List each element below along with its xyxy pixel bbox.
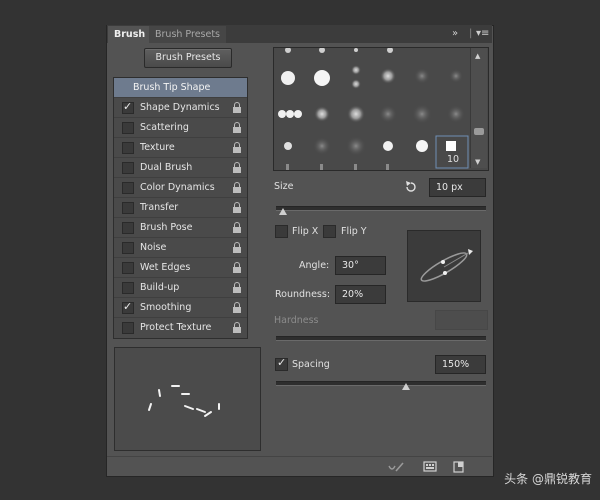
setting-label: Shape Dynamics <box>140 102 220 113</box>
create-new-brush-icon[interactable] <box>452 460 466 473</box>
setting-protect-texture[interactable]: Protect Texture <box>114 318 247 337</box>
angle-label: Angle: <box>299 260 330 271</box>
setting-label: Scattering <box>140 122 189 133</box>
size-slider[interactable] <box>276 206 486 211</box>
reset-size-icon[interactable] <box>404 180 418 194</box>
brush-grid-scrollbar[interactable]: ▲ ▼ <box>470 48 487 168</box>
setting-label: Smoothing <box>140 302 192 313</box>
setting-brush-tip-shape[interactable]: Brush Tip Shape <box>114 78 247 98</box>
tab-brush[interactable]: Brush <box>108 26 152 43</box>
brush-tip-thumbnails[interactable] <box>274 47 470 170</box>
setting-checkbox[interactable] <box>122 162 134 174</box>
lock-icon[interactable] <box>232 142 242 153</box>
setting-checkbox[interactable] <box>122 282 134 294</box>
setting-checkbox[interactable] <box>122 262 134 274</box>
panel-tab-bar: Brush Brush Presets » | ▾≡ <box>107 25 492 43</box>
setting-build-up[interactable]: Build-up <box>114 278 247 298</box>
setting-label: Brush Tip Shape <box>133 82 211 93</box>
spacing-field[interactable]: 150% <box>435 355 486 374</box>
spacing-slider-thumb[interactable] <box>402 383 410 390</box>
panel-bottom-bar <box>107 456 492 476</box>
flip-y-label: Flip Y <box>341 226 367 237</box>
tab-divider: | <box>469 28 473 39</box>
open-preset-manager-icon[interactable] <box>423 460 437 473</box>
toggle-live-tip-preview-icon[interactable] <box>387 460 405 474</box>
brush-angle-ellipse[interactable] <box>408 231 480 301</box>
setting-texture[interactable]: Texture <box>114 138 247 158</box>
hardness-label: Hardness <box>274 315 319 326</box>
setting-checkbox[interactable] <box>122 142 134 154</box>
setting-label: Color Dynamics <box>140 182 215 193</box>
setting-smoothing[interactable]: Smoothing <box>114 298 247 318</box>
setting-label: Protect Texture <box>140 322 212 333</box>
scroll-up-icon[interactable]: ▲ <box>475 52 480 60</box>
setting-checkbox[interactable] <box>122 222 134 234</box>
spacing-label: Spacing <box>292 359 330 370</box>
lock-icon[interactable] <box>232 102 242 113</box>
setting-label: Noise <box>140 242 167 253</box>
brush-tip-grid[interactable]: 10 <box>273 47 489 171</box>
setting-noise[interactable]: Noise <box>114 238 247 258</box>
lock-icon[interactable] <box>232 222 242 233</box>
hardness-field <box>435 310 488 330</box>
setting-color-dynamics[interactable]: Color Dynamics <box>114 178 247 198</box>
tab-brush-presets[interactable]: Brush Presets <box>149 26 227 43</box>
lock-icon[interactable] <box>232 262 242 273</box>
spacing-checkbox[interactable] <box>275 356 288 371</box>
roundness-label: Roundness: <box>275 289 331 300</box>
size-slider-thumb[interactable] <box>279 208 287 215</box>
setting-checkbox[interactable] <box>122 202 134 214</box>
setting-checkbox[interactable] <box>122 100 134 114</box>
lock-icon[interactable] <box>232 282 242 293</box>
brush-settings-list: Brush Tip Shape Shape Dynamics Scatterin… <box>113 77 248 339</box>
lock-icon[interactable] <box>232 162 242 173</box>
stroke-preview <box>114 347 261 451</box>
angle-field[interactable]: 30° <box>335 256 386 275</box>
angle-roundness-widget[interactable] <box>407 230 481 302</box>
setting-label: Transfer <box>140 202 179 213</box>
scrollbar-thumb[interactable] <box>474 128 484 135</box>
panel-menu-icon[interactable]: ▾≡ <box>476 26 489 43</box>
setting-scattering[interactable]: Scattering <box>114 118 247 138</box>
setting-checkbox[interactable] <box>122 182 134 194</box>
setting-checkbox[interactable] <box>122 322 134 334</box>
setting-label: Dual Brush <box>140 162 193 173</box>
hardness-slider <box>276 336 486 341</box>
size-label: Size <box>274 181 294 192</box>
double-chevron-icon[interactable]: » <box>452 26 458 43</box>
lock-icon[interactable] <box>232 202 242 213</box>
setting-label: Build-up <box>140 282 180 293</box>
lock-icon[interactable] <box>232 182 242 193</box>
setting-label: Wet Edges <box>140 262 191 273</box>
flip-x-label: Flip X <box>292 226 319 237</box>
setting-brush-pose[interactable]: Brush Pose <box>114 218 247 238</box>
brush-presets-button[interactable]: Brush Presets <box>144 48 232 68</box>
selected-tip-size: 10 <box>447 154 460 165</box>
flip-y-checkbox[interactable] <box>323 225 336 238</box>
setting-wet-edges[interactable]: Wet Edges <box>114 258 247 278</box>
setting-shape-dynamics[interactable]: Shape Dynamics <box>114 98 247 118</box>
flip-x-checkbox[interactable] <box>275 225 288 238</box>
size-field[interactable]: 10 px <box>429 178 486 197</box>
lock-icon[interactable] <box>232 242 242 253</box>
setting-transfer[interactable]: Transfer <box>114 198 247 218</box>
spacing-slider[interactable] <box>276 381 486 386</box>
lock-icon[interactable] <box>232 122 242 133</box>
setting-checkbox[interactable] <box>122 122 134 134</box>
watermark: 头条 @鼎锐教育 <box>504 472 592 486</box>
stroke-preview-dashes <box>148 385 220 417</box>
roundness-field[interactable]: 20% <box>335 285 386 304</box>
setting-checkbox[interactable] <box>122 300 134 314</box>
setting-checkbox[interactable] <box>122 242 134 254</box>
lock-icon[interactable] <box>232 322 242 333</box>
setting-label: Brush Pose <box>140 222 193 233</box>
setting-label: Texture <box>140 142 175 153</box>
setting-dual-brush[interactable]: Dual Brush <box>114 158 247 178</box>
lock-icon[interactable] <box>232 302 242 313</box>
scroll-down-icon[interactable]: ▼ <box>475 158 480 166</box>
